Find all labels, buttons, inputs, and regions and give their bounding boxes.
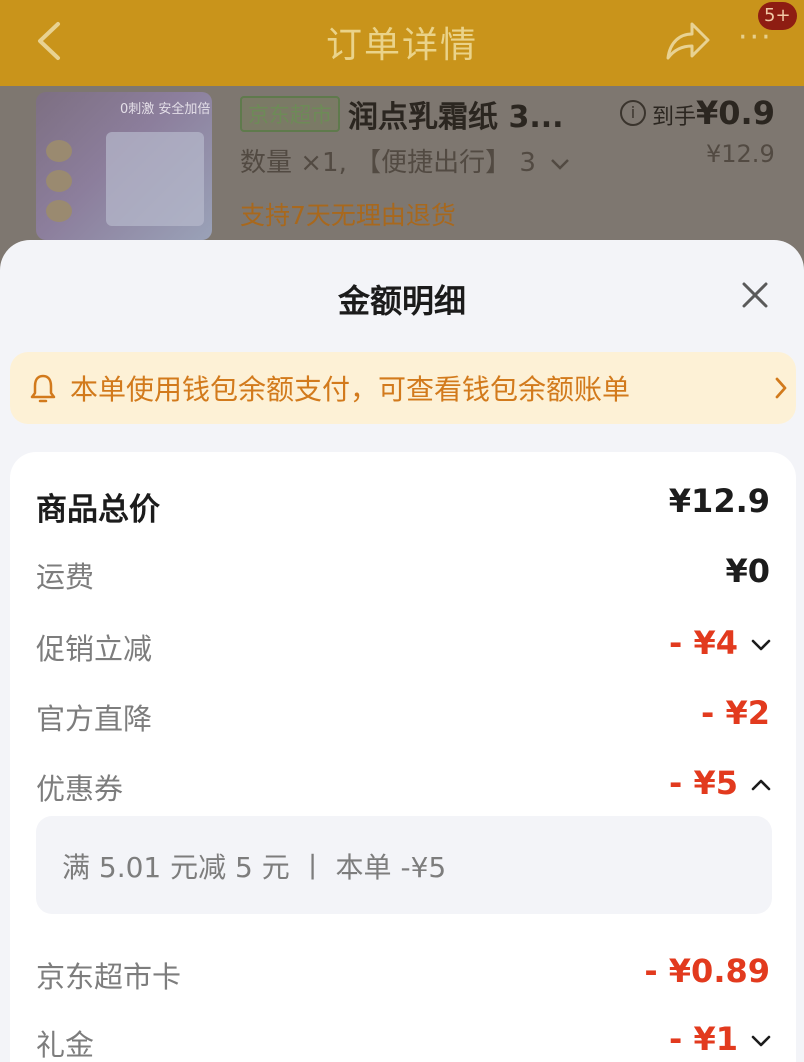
close-icon[interactable] <box>736 276 774 314</box>
row-amount: - ¥1 <box>669 1020 738 1058</box>
chevron-right-icon <box>775 377 787 399</box>
row-promo-discount[interactable]: 促销立减 - ¥4 <box>10 616 796 676</box>
row-amount: - ¥2 <box>701 694 770 732</box>
row-amount: ¥0 <box>725 552 770 590</box>
row-label: 促销立减 <box>36 632 153 666</box>
thumbnail-caption: 0刺激 安全加倍 <box>120 102 211 117</box>
info-icon[interactable]: i <box>620 100 646 126</box>
amount-detail-card: 商品总价 ¥12.9 运费 ¥0 促销立减 - ¥4 官方直降 - ¥2 优惠券… <box>10 452 796 1062</box>
quantity-text: 数量 ×1, 【便捷出行】 3 <box>240 148 536 178</box>
row-label: 官方直降 <box>36 702 153 736</box>
row-total-price: 商品总价 ¥12.9 <box>10 474 796 534</box>
row-official-discount: 官方直降 - ¥2 <box>10 686 796 746</box>
final-price-value: ¥0.9 <box>696 94 775 132</box>
chevron-down-icon[interactable] <box>750 1032 772 1050</box>
order-header: 订单详情 ··· 5+ <box>0 0 804 86</box>
row-gift-money[interactable]: 礼金 - ¥1 <box>10 1012 796 1062</box>
row-amount: - ¥5 <box>669 764 738 802</box>
thumbnail-pack <box>106 132 204 226</box>
original-price: ¥12.9 <box>706 140 775 168</box>
chevron-down-icon <box>551 158 570 170</box>
row-coupon[interactable]: 优惠券 - ¥5 <box>10 756 796 816</box>
message-badge: 5+ <box>758 2 797 30</box>
thumbnail-graphics <box>42 136 82 236</box>
row-shipping: 运费 ¥0 <box>10 544 796 604</box>
final-price: 到手¥0.9 <box>652 94 775 132</box>
wallet-notice[interactable]: 本单使用钱包余额支付，可查看钱包余额账单 <box>10 352 796 424</box>
row-label: 京东超市卡 <box>36 960 182 994</box>
coupon-detail-box: 满 5.01 元减 5 元 丨 本单 -¥5 <box>36 816 772 914</box>
row-supermarket-card: 京东超市卡 - ¥0.89 <box>10 944 796 1004</box>
store-tag: 京东超市 <box>240 96 340 132</box>
row-amount: - ¥4 <box>669 624 738 662</box>
chevron-down-icon[interactable] <box>750 636 772 654</box>
quantity-spec[interactable]: 数量 ×1, 【便捷出行】 3 <box>240 142 570 179</box>
row-label: 优惠券 <box>36 772 124 806</box>
return-policy: 支持7天无理由退货 <box>240 201 456 230</box>
product-thumbnail[interactable]: 0刺激 安全加倍 <box>36 92 212 240</box>
row-label: 商品总价 <box>36 492 160 528</box>
row-amount: ¥12.9 <box>668 482 770 520</box>
sheet-title: 金额明细 <box>337 282 466 320</box>
amount-detail-sheet: 金额明细 本单使用钱包余额支付，可查看钱包余额账单 商品总价 ¥12.9 运费 … <box>0 240 804 1062</box>
row-amount: - ¥0.89 <box>644 952 770 990</box>
product-name[interactable]: 润点乳霜纸 3... <box>348 92 564 136</box>
row-label: 礼金 <box>36 1028 95 1062</box>
row-label: 运费 <box>36 560 95 594</box>
bell-icon <box>30 374 56 403</box>
final-price-prefix: 到手 <box>652 105 697 130</box>
share-icon[interactable] <box>662 18 712 64</box>
coupon-detail-text: 满 5.01 元减 5 元 丨 本单 -¥5 <box>62 851 447 884</box>
notice-text: 本单使用钱包余额支付，可查看钱包余额账单 <box>70 373 631 406</box>
chevron-up-icon[interactable] <box>750 776 772 794</box>
